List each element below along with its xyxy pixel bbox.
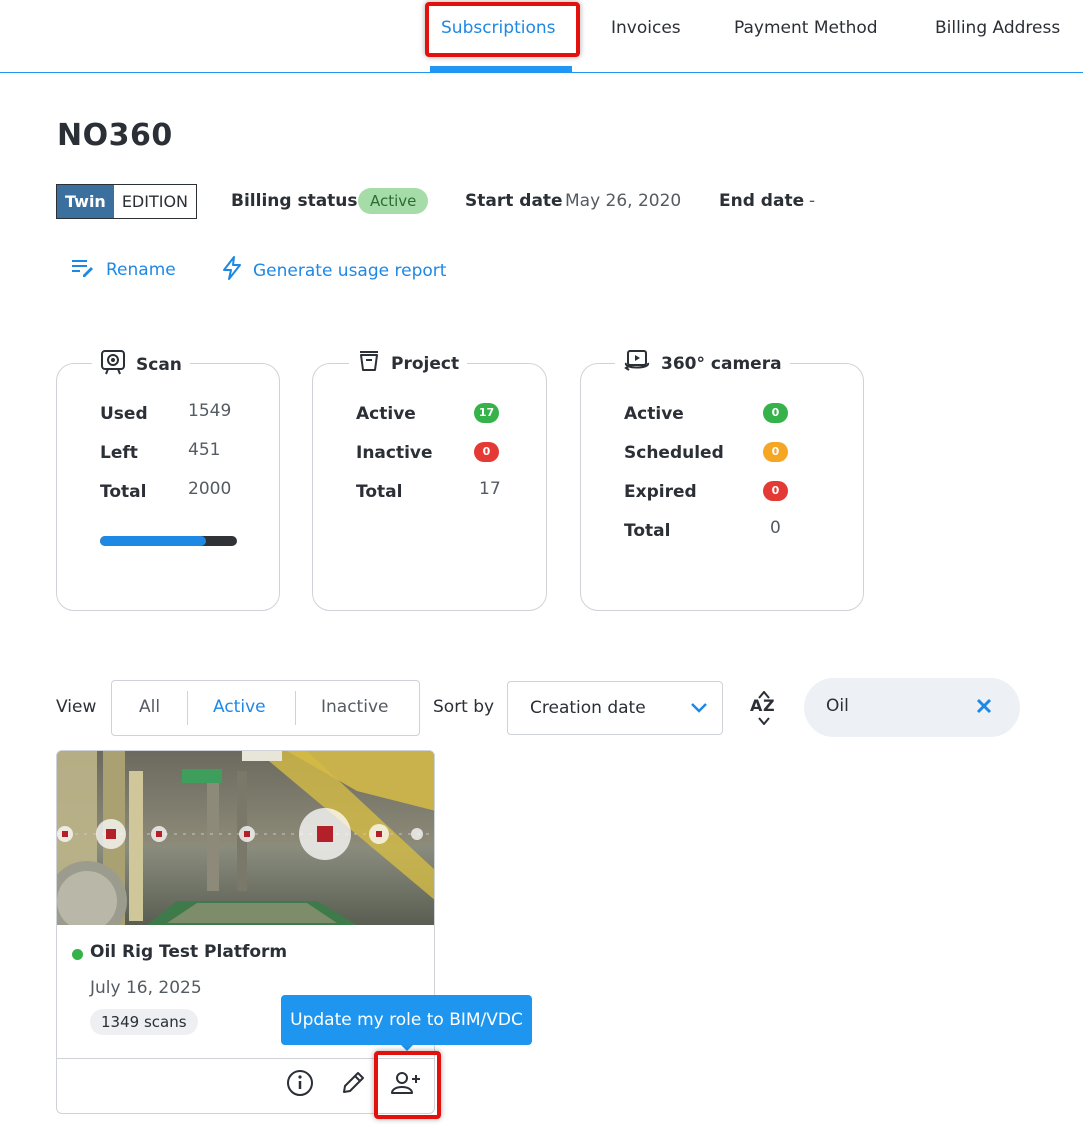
view-label: View [56,697,97,717]
rename-icon [70,256,96,283]
pencil-icon [339,1069,367,1101]
info-icon [286,1069,314,1101]
chevron-down-icon [690,700,708,719]
tab-payment-method[interactable]: Payment Method [734,18,878,42]
view-option-inactive[interactable]: Inactive [321,697,388,717]
camera-card-title: 360° camera [661,353,782,374]
page-title: NO360 [57,118,173,153]
scan-total-label: Total [100,482,147,502]
camera-scheduled-label: Scheduled [624,443,724,463]
project-thumbnail [57,751,434,925]
edit-project-button[interactable] [336,1068,370,1102]
project-total-value: 17 [479,479,501,499]
segment-divider [187,691,188,725]
status-dot [72,949,83,960]
scan-total-value: 2000 [188,479,232,499]
camera-360-icon [623,349,651,378]
search-input-value[interactable]: Oil [826,696,849,716]
camera-scheduled-count: 0 [763,442,788,462]
tooltip-arrow [400,1044,414,1051]
project-date: July 16, 2025 [90,978,202,998]
svg-text:Z: Z [763,696,775,715]
rename-label: Rename [106,259,176,280]
tab-billing-address[interactable]: Billing Address [935,18,1060,42]
camera-card-header: 360° camera [615,349,790,378]
project-stats-card: Project Active 17 Inactive 0 Total 17 [312,349,547,611]
scan-usage-progress-bar [100,536,237,546]
camera-expired-count: 0 [763,481,788,501]
project-inactive-count: 0 [474,442,499,462]
project-active-label: Active [356,404,416,424]
sort-direction-button[interactable]: A Z [749,690,779,729]
scan-stats-card: Scan Used 1549 Left 451 Total 2000 [56,349,280,611]
sort-by-label: Sort by [433,697,495,717]
project-info-button[interactable] [283,1068,317,1102]
scan-count-badge: 1349 scans [90,1009,198,1035]
generate-usage-report-button[interactable]: Generate usage report [221,256,446,285]
project-name[interactable]: Oil Rig Test Platform [90,942,287,962]
edition-badge: Twin EDITION [56,184,198,219]
camera-stats-card: 360° camera Active 0 Scheduled 0 Expired… [580,349,864,611]
sort-az-icon: A Z [749,690,779,729]
generate-usage-report-label: Generate usage report [253,260,447,281]
billing-status-label: Billing status [231,191,358,211]
lightning-icon [221,256,243,285]
view-filter-segmented-control: All Active Inactive [111,680,420,736]
edition-suffix: EDITION [121,192,189,211]
camera-active-label: Active [624,404,684,424]
close-icon [972,698,996,722]
project-search-field[interactable]: Oil [804,678,1020,737]
camera-total-value: 0 [770,518,781,538]
start-date-value: May 26, 2020 [565,191,682,211]
scan-left-value: 451 [188,440,221,460]
sort-by-value: Creation date [530,698,646,718]
billing-status-badge: Active [358,188,429,214]
camera-active-count: 0 [763,403,788,423]
svg-text:A: A [750,696,763,715]
project-active-count: 17 [474,403,499,423]
camera-expired-label: Expired [624,482,697,502]
project-card-title: Project [391,353,460,374]
tab-invoices[interactable]: Invoices [611,18,681,42]
scan-left-label: Left [100,443,138,463]
scan-card-header: Scan [92,349,190,380]
scan-usage-progress-fill [100,536,207,546]
end-date-value: - [809,191,816,211]
rename-button[interactable]: Rename [70,256,176,283]
view-option-active[interactable]: Active [213,697,266,717]
start-date-label: Start date [465,191,563,211]
segment-divider [295,691,296,725]
edition-name: Twin [57,185,114,218]
sort-by-select[interactable]: Creation date [507,681,723,735]
end-date-label: End date [719,191,805,211]
scan-used-label: Used [100,404,148,424]
highlight-box-subscriptions [425,2,580,57]
highlight-box-update-role [374,1051,441,1119]
view-option-all[interactable]: All [139,697,160,717]
project-total-label: Total [356,482,403,502]
camera-total-label: Total [624,521,671,541]
scan-card-title: Scan [136,354,182,375]
tooltip: Update my role to BIM/VDC [281,995,532,1045]
scan-used-value: 1549 [188,401,232,421]
active-tab-indicator [430,66,572,72]
project-inactive-label: Inactive [356,443,433,463]
project-icon [357,349,381,378]
scanner-icon [100,349,126,380]
clear-search-button[interactable] [972,694,996,718]
project-card-header: Project [349,349,468,378]
